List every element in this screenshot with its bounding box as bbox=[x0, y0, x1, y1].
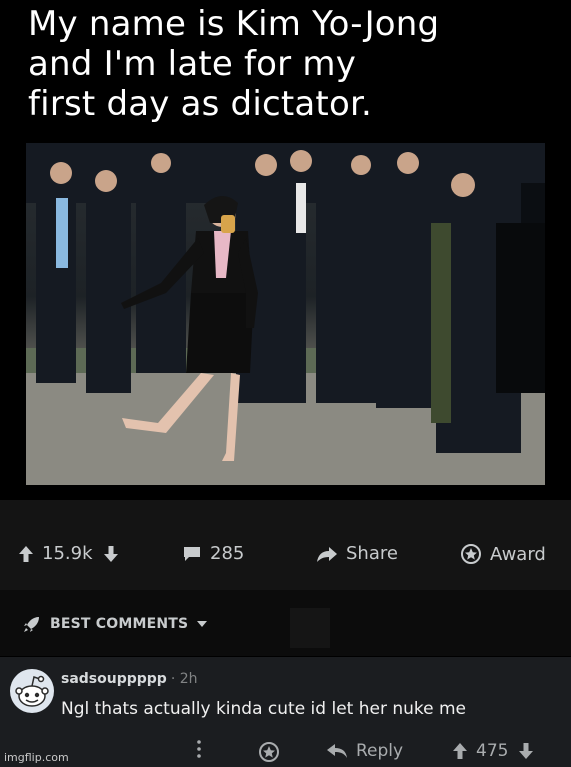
comment-vote-controls: 475 bbox=[452, 741, 542, 761]
comment-author-line: sadsouppppp · 2h bbox=[61, 671, 198, 687]
comment-icon bbox=[184, 546, 200, 561]
more-icon bbox=[197, 740, 201, 758]
award-button[interactable]: Award bbox=[460, 543, 546, 565]
comment-more-button[interactable] bbox=[196, 739, 210, 759]
post-vote-controls: 15.9k bbox=[18, 543, 119, 564]
caption-line-2: and I'm late for my bbox=[28, 44, 357, 84]
downvote-icon[interactable] bbox=[103, 545, 119, 563]
photo-illustration bbox=[26, 143, 545, 485]
award-icon bbox=[461, 544, 481, 564]
post-photo[interactable] bbox=[26, 143, 545, 485]
upvote-icon[interactable] bbox=[18, 545, 34, 563]
sort-dropdown[interactable]: BEST COMMENTS bbox=[22, 614, 208, 634]
reply-label: Reply bbox=[356, 741, 404, 761]
award-icon bbox=[259, 742, 279, 762]
caret-down-icon bbox=[197, 621, 208, 627]
award-label: Award bbox=[490, 543, 546, 565]
post-score: 15.9k bbox=[42, 543, 93, 564]
caption-line-3: first day as dictator. bbox=[28, 84, 373, 124]
reply-button[interactable]: Reply bbox=[326, 741, 403, 761]
comment-count: 285 bbox=[210, 543, 245, 564]
share-label: Share bbox=[346, 543, 398, 564]
imgflip-watermark: imgflip.com bbox=[4, 751, 69, 764]
caption-line-1: My name is Kim Yo-Jong bbox=[28, 4, 440, 44]
rocket-icon bbox=[24, 617, 39, 632]
comment-text: Ngl thats actually kinda cute id let her… bbox=[61, 699, 467, 719]
comments-button[interactable]: 285 bbox=[182, 543, 244, 564]
snoo-avatar-icon bbox=[15, 675, 49, 707]
comment-item: sadsouppppp · 2h Ngl thats actually kinda… bbox=[0, 657, 571, 767]
sort-label: BEST COMMENTS bbox=[50, 616, 189, 632]
comment-age: · 2h bbox=[170, 671, 198, 687]
sort-bar-artifact bbox=[290, 608, 330, 648]
share-icon bbox=[317, 546, 337, 562]
comment-sort-bar: BEST COMMENTS bbox=[0, 590, 571, 656]
comment-score: 475 bbox=[476, 741, 509, 761]
comment-award-button[interactable] bbox=[258, 741, 288, 763]
post-action-bar: 15.9k 285 Share Award bbox=[0, 500, 571, 590]
upvote-icon[interactable] bbox=[452, 742, 468, 760]
reply-icon bbox=[327, 744, 347, 758]
downvote-icon[interactable] bbox=[518, 742, 534, 760]
share-button[interactable]: Share bbox=[316, 543, 398, 564]
comment-username[interactable]: sadsouppppp bbox=[61, 671, 167, 687]
meme-caption: My name is Kim Yo-Jong and I'm late for … bbox=[28, 4, 558, 124]
avatar[interactable] bbox=[10, 669, 54, 713]
